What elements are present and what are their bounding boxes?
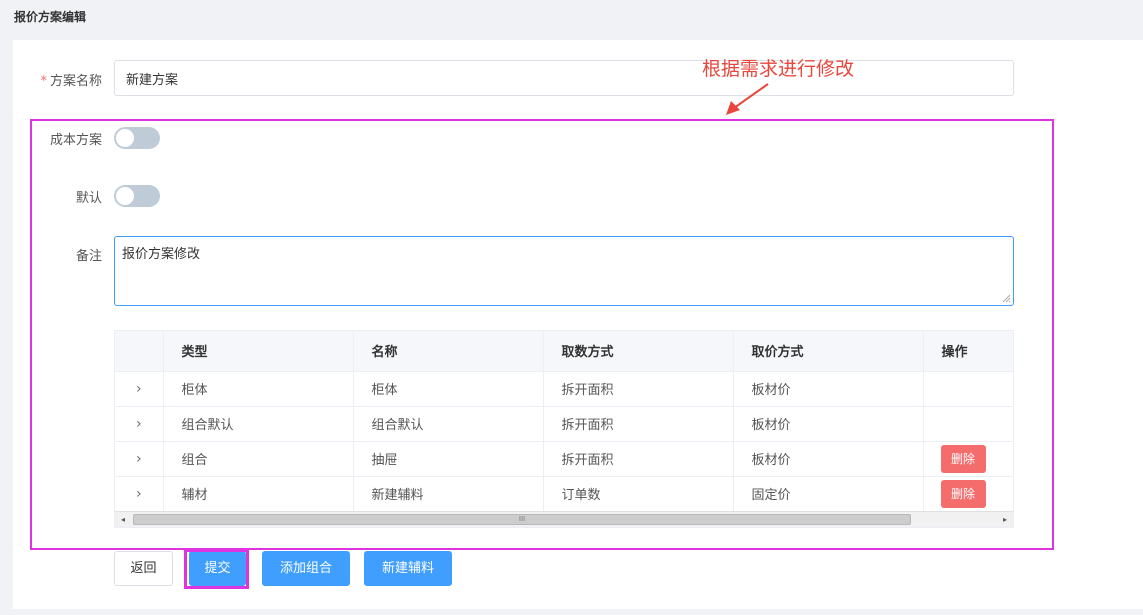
plan-name-input[interactable] (114, 60, 1014, 96)
column-header-action: 操作 (923, 331, 1013, 372)
cell-fetch-method: 订单数 (543, 476, 734, 512)
cell-action: 删除 (923, 476, 1013, 512)
switch-knob (116, 129, 134, 147)
annotation-arrow-icon (726, 83, 769, 115)
cell-action (923, 371, 1013, 407)
scrollbar-thumb[interactable]: III (133, 514, 911, 525)
plan-name-label: * 方案名称 (40, 70, 102, 89)
cost-plan-switch[interactable] (114, 127, 160, 149)
cell-price-method: 板材价 (733, 406, 924, 442)
new-material-button[interactable]: 新建辅料 (364, 551, 452, 586)
add-group-button[interactable]: 添加组合 (262, 551, 350, 586)
page-title: 报价方案编辑 (14, 10, 87, 24)
cell-name: 新建辅料 (353, 476, 544, 512)
expand-chevron-icon[interactable]: › (115, 441, 164, 477)
column-header-name: 名称 (353, 331, 544, 372)
remark-label: 备注 (75, 249, 102, 264)
cell-type: 辅材 (163, 476, 354, 512)
table-row: › 辅材 新建辅料 订单数 固定价 删除 (115, 476, 1013, 512)
column-header-fetch-method: 取数方式 (543, 331, 734, 372)
cell-price-method: 板材价 (733, 441, 924, 477)
column-header-expand (115, 331, 164, 372)
cell-price-method: 板材价 (733, 371, 924, 407)
submit-button[interactable]: 提交 (189, 551, 246, 586)
cell-price-method: 固定价 (733, 476, 924, 512)
cost-plan-label: 成本方案 (49, 133, 102, 148)
table-row: › 组合 抽屉 拆开面积 板材价 删除 (115, 441, 1013, 477)
cell-action (923, 406, 1013, 442)
default-label: 默认 (75, 191, 102, 206)
cell-name: 柜体 (353, 371, 544, 407)
table-row: › 组合默认 组合默认 拆开面积 板材价 (115, 406, 1013, 442)
plan-items-table: 类型 名称 取数方式 取价方式 操作 › 柜体 柜体 拆开面积 板材价 › 组合… (114, 330, 1014, 528)
horizontal-scrollbar[interactable]: ◂ III ▸ (115, 511, 1013, 527)
resize-grip-icon[interactable] (1001, 293, 1011, 303)
delete-button[interactable]: 删除 (940, 479, 986, 508)
annotation-text: 根据需求进行修改 (702, 58, 855, 80)
expand-chevron-icon[interactable]: › (115, 476, 164, 512)
cell-type: 组合默认 (163, 406, 354, 442)
table-header-row: 类型 名称 取数方式 取价方式 操作 (115, 331, 1013, 372)
column-header-price-method: 取价方式 (733, 331, 924, 372)
table-row: › 柜体 柜体 拆开面积 板材价 (115, 371, 1013, 407)
switch-knob (116, 187, 134, 205)
cell-fetch-method: 拆开面积 (543, 406, 734, 442)
cell-type: 柜体 (163, 371, 354, 407)
cell-name: 组合默认 (353, 406, 544, 442)
expand-chevron-icon[interactable]: › (115, 406, 164, 442)
required-mark: * (40, 74, 47, 89)
cell-fetch-method: 拆开面积 (543, 371, 734, 407)
cell-name: 抽屉 (353, 441, 544, 477)
plan-name-label-text: 方案名称 (49, 74, 102, 89)
column-header-type: 类型 (163, 331, 354, 372)
cell-action: 删除 (923, 441, 1013, 477)
cell-type: 组合 (163, 441, 354, 477)
scroll-right-arrow-icon[interactable]: ▸ (997, 512, 1013, 527)
default-switch[interactable] (114, 185, 160, 207)
delete-button[interactable]: 删除 (940, 444, 986, 473)
cell-fetch-method: 拆开面积 (543, 441, 734, 477)
remark-textarea[interactable]: 报价方案修改 (114, 236, 1014, 306)
expand-chevron-icon[interactable]: › (115, 371, 164, 407)
back-button[interactable]: 返回 (114, 551, 173, 586)
scroll-left-arrow-icon[interactable]: ◂ (115, 512, 131, 527)
